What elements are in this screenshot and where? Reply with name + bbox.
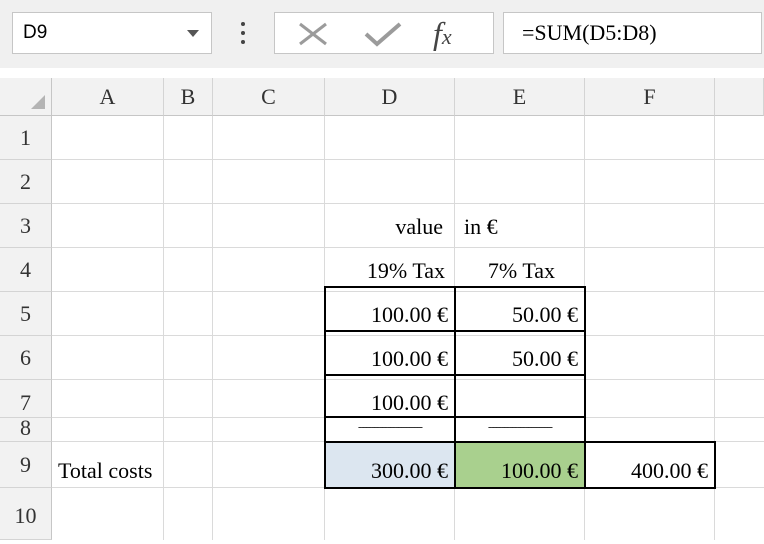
cell-d9[interactable]: 300.00 € (326, 443, 454, 487)
row-header-7[interactable]: 7 (0, 380, 52, 418)
cell-e4[interactable]: 7% Tax (455, 248, 579, 292)
cell-d6[interactable]: 100.00 € (326, 336, 454, 376)
cell-e8[interactable]: ------------------------ (456, 418, 584, 441)
more-options-icon[interactable] (236, 12, 250, 54)
row-header-6[interactable]: 6 (0, 336, 52, 380)
grid-line (52, 159, 764, 160)
column-header-a[interactable]: A (52, 78, 164, 116)
select-all-icon (31, 95, 45, 109)
column-header-d[interactable]: D (325, 78, 455, 116)
column-header-e[interactable]: E (455, 78, 585, 116)
x-icon[interactable] (295, 21, 331, 47)
cell-e3[interactable]: in € (456, 204, 580, 248)
row-header-3[interactable]: 3 (0, 204, 52, 248)
cell-e9[interactable]: 100.00 € (456, 443, 584, 487)
formula-text: =SUM(D5:D8) (522, 20, 657, 45)
cell-a9[interactable]: Total costs (52, 443, 252, 487)
fx-icon[interactable]: fx (433, 15, 473, 51)
formula-input[interactable]: =SUM(D5:D8) (503, 12, 762, 54)
column-header-c[interactable]: C (213, 78, 325, 116)
select-all-corner[interactable] (0, 78, 52, 116)
cell-d7[interactable]: 100.00 € (326, 380, 454, 416)
row-header-5[interactable]: 5 (0, 292, 52, 336)
cell-d8[interactable]: ------------------------ (326, 418, 454, 441)
cell-e5[interactable]: 50.00 € (456, 292, 584, 332)
cell-d5[interactable]: 100.00 € (326, 292, 454, 332)
row-header-2[interactable]: 2 (0, 160, 52, 204)
table-border-f9-right (714, 441, 716, 489)
row-header-4[interactable]: 4 (0, 248, 52, 292)
chevron-down-icon[interactable] (187, 30, 199, 37)
column-header-g[interactable] (715, 78, 764, 116)
table-border-bottom (324, 487, 716, 489)
column-header-f[interactable]: F (585, 78, 715, 116)
formula-buttons: fx (274, 12, 494, 54)
row-header-10[interactable]: 10 (0, 488, 52, 540)
row-header-9[interactable]: 9 (0, 442, 52, 488)
name-box-value: D9 (23, 22, 48, 43)
cell-d3[interactable]: value (325, 204, 449, 248)
column-header-b[interactable]: B (164, 78, 213, 116)
checkmark-icon[interactable] (363, 21, 403, 47)
cell-e6[interactable]: 50.00 € (456, 336, 584, 376)
cell-d4[interactable]: 19% Tax (325, 248, 449, 292)
row-header-8[interactable]: 8 (0, 417, 52, 442)
name-box[interactable]: D9 (12, 12, 212, 54)
cell-f9[interactable]: 400.00 € (586, 443, 714, 487)
row-header-1[interactable]: 1 (0, 116, 52, 160)
